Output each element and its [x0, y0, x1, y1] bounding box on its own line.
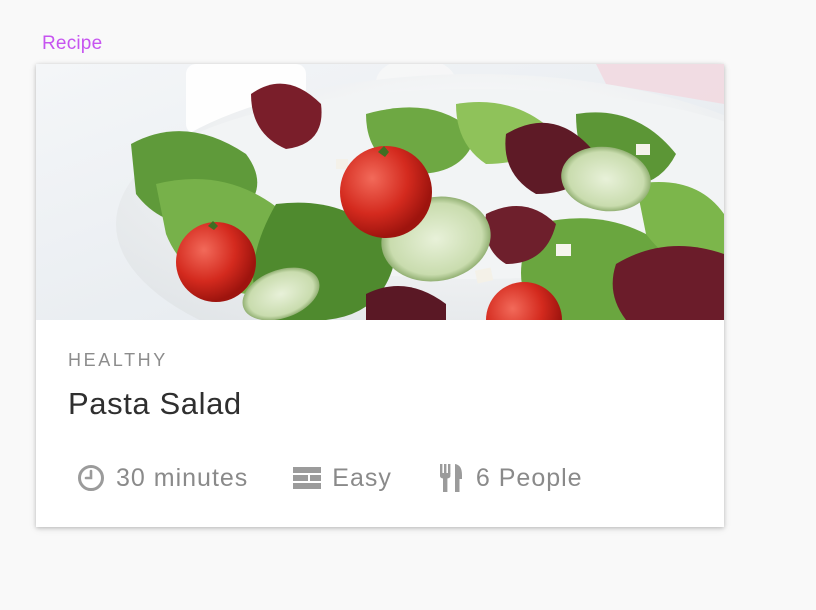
recipe-image	[36, 64, 724, 320]
meta-servings-text: 6 People	[475, 463, 583, 492]
recipe-card[interactable]: HEALTHY Pasta Salad 30 minutes Easy 6 Pe…	[36, 64, 724, 527]
meta-duration-text: 30 minutes	[116, 463, 249, 492]
meta-duration: 30 minutes	[76, 463, 248, 493]
salad-bowl-photo	[36, 64, 724, 320]
difficulty-bars-icon	[292, 463, 322, 493]
category-label: HEALTHY	[68, 350, 168, 370]
meta-difficulty: Easy	[292, 463, 392, 493]
clock-icon	[76, 463, 106, 493]
meta-difficulty-text: Easy	[332, 463, 392, 492]
recipe-meta: 30 minutes Easy 6 People	[76, 460, 627, 496]
recipe-title[interactable]: Pasta Salad	[68, 386, 242, 422]
meta-servings: 6 People	[436, 463, 583, 493]
frame-label: Recipe	[42, 33, 103, 54]
fork-knife-icon	[436, 463, 466, 493]
recipe-card-body: HEALTHY Pasta Salad 30 minutes Easy 6 Pe…	[36, 320, 724, 527]
